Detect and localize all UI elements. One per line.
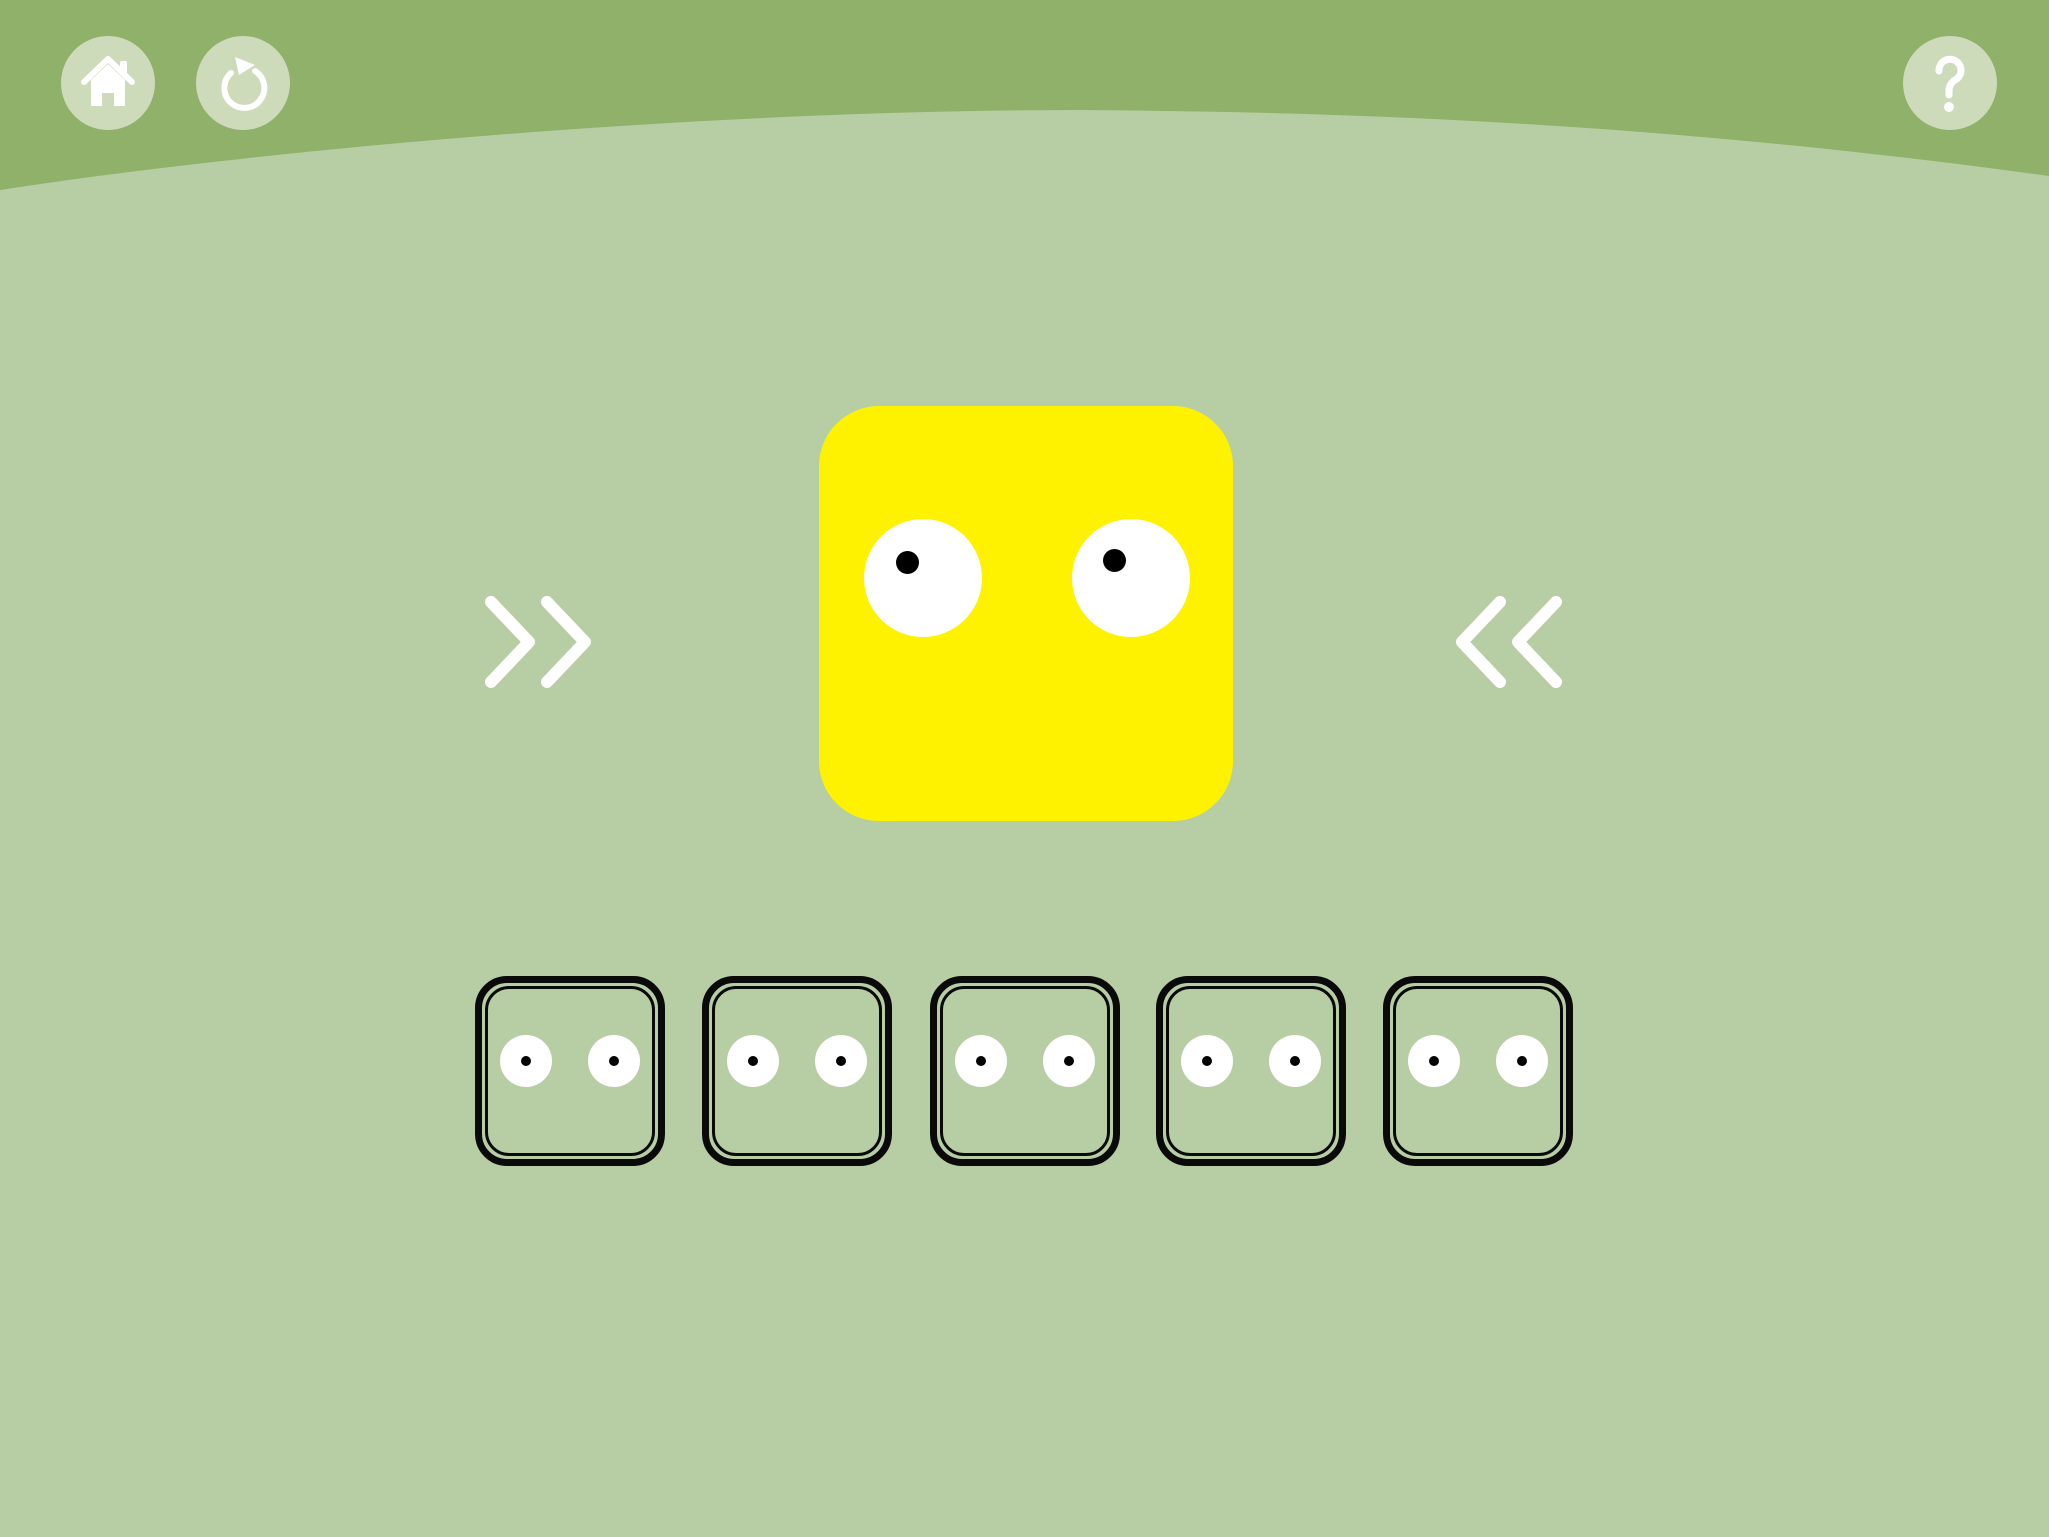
character-right-eye (1072, 519, 1190, 637)
answer-slot-1[interactable] (475, 976, 665, 1166)
slot-left-eye (1181, 1035, 1233, 1087)
slot-left-pupil (748, 1056, 758, 1066)
slot-right-eye (1496, 1035, 1548, 1087)
slot-right-eye (815, 1035, 867, 1087)
slot-left-eye (1408, 1035, 1460, 1087)
slot-left-pupil (521, 1056, 531, 1066)
character-left-pupil (896, 551, 919, 574)
question-mark-icon (1935, 55, 1965, 112)
slot-left-pupil (1429, 1056, 1439, 1066)
double-chevron-left-icon (1456, 596, 1562, 688)
home-icon (81, 56, 135, 106)
slot-right-pupil (1064, 1056, 1074, 1066)
answer-slot-3[interactable] (930, 976, 1120, 1166)
double-chevron-right-icon (485, 596, 591, 688)
slot-right-pupil (836, 1056, 846, 1066)
answer-slot-4[interactable] (1156, 976, 1346, 1166)
help-button[interactable] (1903, 36, 1997, 130)
yellow-character (819, 406, 1233, 821)
slot-right-pupil (1290, 1056, 1300, 1066)
slot-left-pupil (1202, 1056, 1212, 1066)
slot-left-eye (727, 1035, 779, 1087)
character-right-pupil (1103, 549, 1126, 572)
slot-right-eye (1043, 1035, 1095, 1087)
character-left-eye (864, 519, 982, 637)
answer-slot-2[interactable] (702, 976, 892, 1166)
home-button[interactable] (61, 36, 155, 130)
slot-right-pupil (609, 1056, 619, 1066)
header-banner (0, 0, 2049, 190)
slot-right-eye (1269, 1035, 1321, 1087)
slot-right-pupil (1517, 1056, 1527, 1066)
answer-slot-5[interactable] (1383, 976, 1573, 1166)
slot-left-eye (500, 1035, 552, 1087)
slot-left-eye (955, 1035, 1007, 1087)
game-stage (0, 0, 2049, 1537)
restart-button[interactable] (196, 36, 290, 130)
slot-left-pupil (976, 1056, 986, 1066)
slot-right-eye (588, 1035, 640, 1087)
restart-icon (221, 57, 268, 111)
